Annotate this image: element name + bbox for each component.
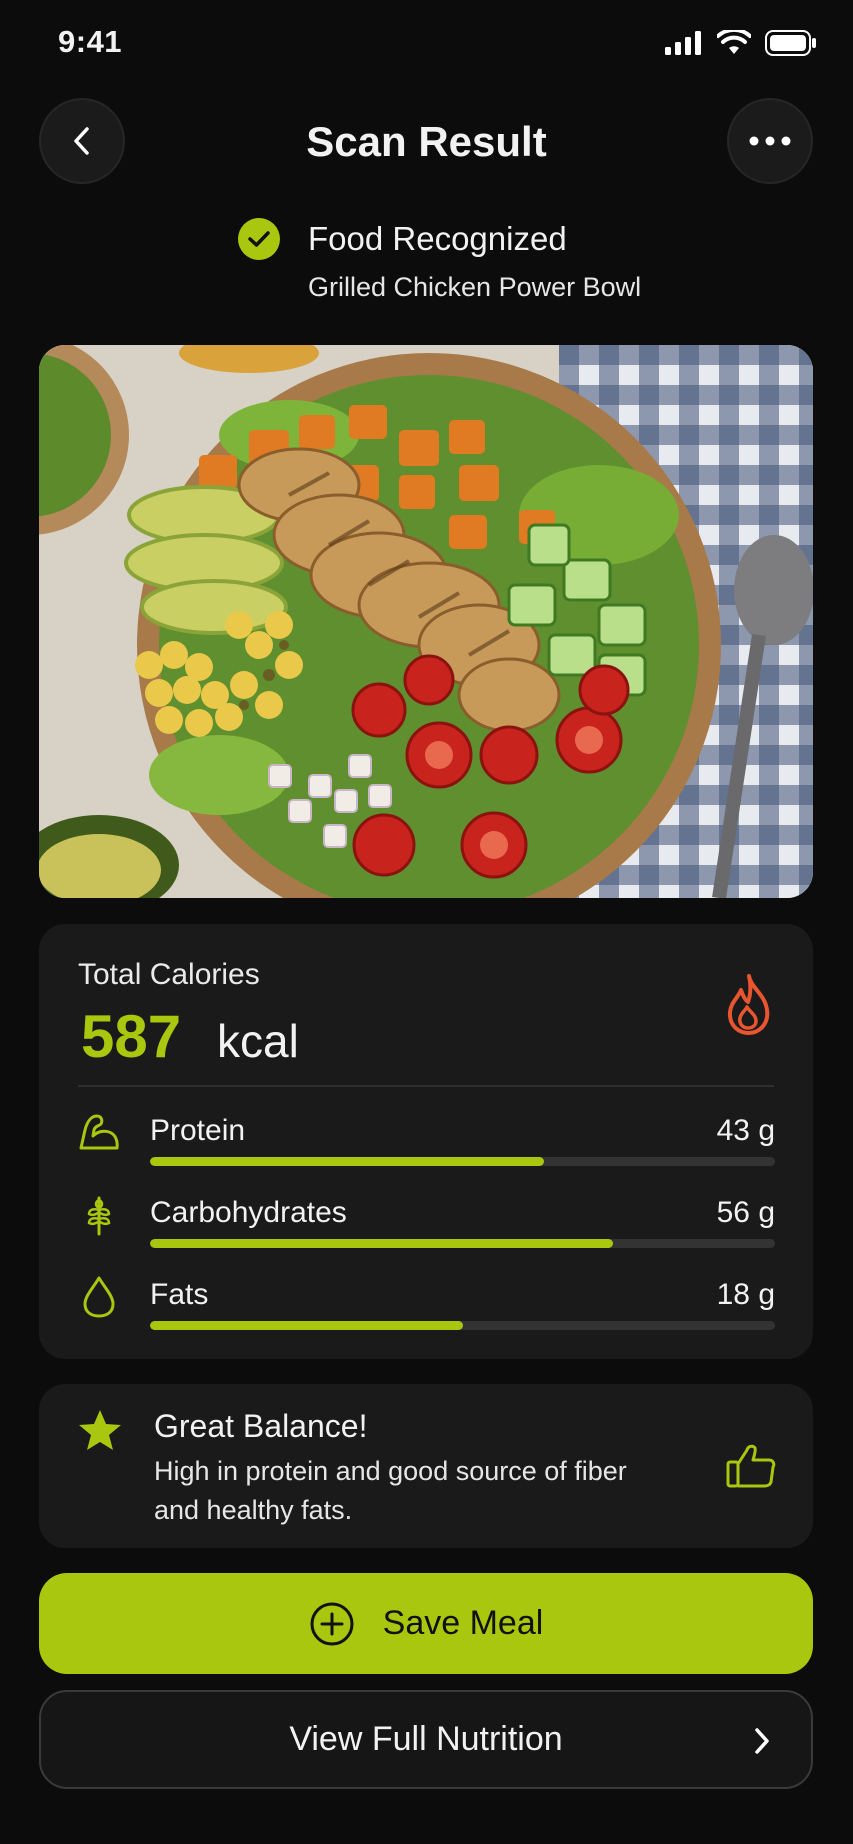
macro-fats: Fats 18 g: [39, 1274, 813, 1344]
view-full-nutrition-button[interactable]: View Full Nutrition: [39, 1690, 813, 1789]
more-options-button[interactable]: [727, 98, 813, 184]
status-icons: [665, 30, 817, 56]
star-icon: [77, 1408, 123, 1457]
macro-value: 43 g: [716, 1114, 775, 1147]
more-icon: [749, 136, 791, 146]
status-bar: 9:41: [0, 0, 853, 90]
calories-unit: kcal: [217, 1015, 299, 1067]
food-name: Grilled Chicken Power Bowl: [308, 272, 642, 302]
page-title: Scan Result: [306, 118, 547, 165]
progress-fill: [150, 1157, 544, 1166]
check-icon: [238, 218, 280, 260]
muscle-icon: [77, 1110, 121, 1154]
calories-card: Total Calories 587 kcal Protein 43 g Car…: [39, 924, 813, 1359]
recognition-title: Food Recognized: [308, 220, 567, 257]
view-full-nutrition-label: View Full Nutrition: [289, 1720, 563, 1758]
progress-fill: [150, 1239, 613, 1248]
thumbs-up-icon: [725, 1442, 777, 1495]
progress-track: [150, 1239, 775, 1248]
macro-name: Protein: [150, 1114, 246, 1147]
header: Scan Result: [0, 98, 853, 186]
droplet-icon: [77, 1274, 121, 1318]
save-meal-label: Save Meal: [382, 1604, 544, 1642]
macro-carbohydrates: Carbohydrates 56 g: [39, 1192, 813, 1262]
macro-protein: Protein 43 g: [39, 1110, 813, 1180]
macro-value: 18 g: [716, 1278, 775, 1311]
macro-name: Fats: [150, 1278, 209, 1311]
balance-text: High in protein and good source of fiber…: [154, 1456, 627, 1525]
macro-name: Carbohydrates: [150, 1196, 347, 1229]
plus-circle-icon: [310, 1602, 354, 1645]
food-photo: [39, 345, 813, 898]
progress-track: [150, 1321, 775, 1330]
wifi-icon: [717, 30, 751, 54]
status-time: 9:41: [58, 24, 123, 59]
chevron-right-icon: [755, 1728, 769, 1754]
battery-icon: [765, 30, 816, 56]
flame-icon: [721, 972, 777, 1041]
wheat-icon: [77, 1192, 121, 1236]
progress-fill: [150, 1321, 463, 1330]
calories-label: Total Calories: [78, 958, 260, 991]
signal-icon: [665, 31, 701, 55]
save-meal-button[interactable]: Save Meal: [39, 1573, 813, 1674]
balance-title: Great Balance!: [154, 1408, 368, 1444]
macro-value: 56 g: [716, 1196, 775, 1229]
calories-value: 587: [81, 1003, 182, 1070]
progress-track: [150, 1157, 775, 1166]
balance-card: Great Balance! High in protein and good …: [39, 1384, 813, 1548]
divider: [78, 1085, 774, 1087]
